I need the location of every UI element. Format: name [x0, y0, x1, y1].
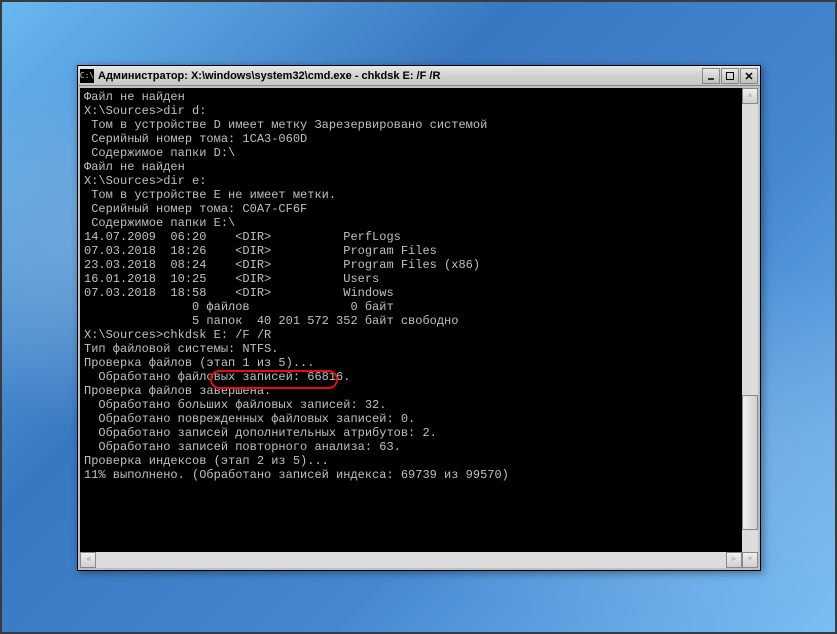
scroll-left-button[interactable]: ◀	[80, 552, 96, 568]
terminal-line: Серийный номер тома: C0A7-CF6F	[84, 202, 738, 216]
scrollbar-horizontal[interactable]: ◀ ▶	[80, 552, 742, 568]
cmd-frame: Файл не найденX:\Sources>dir d: Том в ус…	[78, 86, 760, 570]
terminal-line: Обработано файловых записей: 66816.	[84, 370, 738, 384]
cmd-icon: C:\	[80, 69, 94, 83]
terminal-line: Проверка файлов (этап 1 из 5)...	[84, 356, 738, 370]
scroll-track-h[interactable]	[96, 552, 726, 568]
terminal-line: Том в устройстве E не имеет метки.	[84, 188, 738, 202]
terminal-line: Тип файловой системы: NTFS.	[84, 342, 738, 356]
scroll-up-button[interactable]: ▲	[742, 88, 758, 104]
terminal-output[interactable]: Файл не найденX:\Sources>dir d: Том в ус…	[80, 88, 758, 568]
terminal-line: Обработано записей повторного анализа: 6…	[84, 440, 738, 454]
window-controls	[702, 68, 758, 84]
terminal-line: Содержимое папки E:\	[84, 216, 738, 230]
terminal-line: X:\Sources>dir e:	[84, 174, 738, 188]
close-button[interactable]	[740, 68, 758, 84]
window-title: Администратор: X:\windows\system32\cmd.e…	[98, 70, 702, 82]
terminal-line: Обработано больших файловых записей: 32.	[84, 398, 738, 412]
terminal-line: 14.07.2009 06:20 <DIR> PerfLogs	[84, 230, 738, 244]
scroll-down-button[interactable]: ▼	[742, 552, 758, 568]
terminal-line: Файл не найден	[84, 90, 738, 104]
scroll-thumb-v[interactable]	[742, 395, 758, 529]
scrollbar-vertical[interactable]: ▲ ▼	[742, 88, 758, 568]
terminal-line: 23.03.2018 08:24 <DIR> Program Files (x8…	[84, 258, 738, 272]
terminal-line: 0 файлов 0 байт	[84, 300, 738, 314]
terminal-line: Проверка файлов завершена.	[84, 384, 738, 398]
terminal-line: Файл не найден	[84, 160, 738, 174]
minimize-button[interactable]	[702, 68, 720, 84]
terminal-line: Обработано записей дополнительных атрибу…	[84, 426, 738, 440]
terminal-line: Том в устройстве D имеет метку Зарезерви…	[84, 118, 738, 132]
terminal-line: 16.01.2018 10:25 <DIR> Users	[84, 272, 738, 286]
terminal-line: 07.03.2018 18:58 <DIR> Windows	[84, 286, 738, 300]
maximize-button[interactable]	[721, 68, 739, 84]
terminal-line: Содержимое папки D:\	[84, 146, 738, 160]
terminal-line: 5 папок 40 201 572 352 байт свободно	[84, 314, 738, 328]
scroll-right-button[interactable]: ▶	[726, 552, 742, 568]
cmd-window: C:\ Администратор: X:\windows\system32\c…	[77, 65, 761, 571]
titlebar[interactable]: C:\ Администратор: X:\windows\system32\c…	[78, 66, 760, 86]
terminal-line: Серийный номер тома: 1CA3-060D	[84, 132, 738, 146]
terminal-line: X:\Sources>chkdsk E: /F /R	[84, 328, 738, 342]
scroll-track-v[interactable]	[742, 104, 758, 552]
terminal-line: 11% выполнено. (Обработано записей индек…	[84, 468, 738, 482]
terminal-line: Проверка индексов (этап 2 из 5)...	[84, 454, 738, 468]
terminal-line: X:\Sources>dir d:	[84, 104, 738, 118]
terminal-line: Обработано поврежденных файловых записей…	[84, 412, 738, 426]
terminal-line: 07.03.2018 18:26 <DIR> Program Files	[84, 244, 738, 258]
